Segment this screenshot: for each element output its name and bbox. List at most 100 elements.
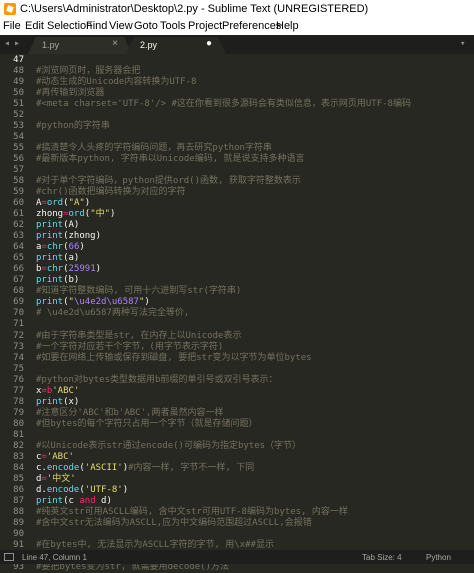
code-line[interactable]: 60 A=ord("A") [0, 198, 474, 209]
code-line[interactable]: 49 #动态生成的Unicode内容转换为UTF-8 [0, 77, 474, 88]
tab-dropdown-icon[interactable]: ▾ [460, 39, 465, 49]
line-number: 87 [13, 495, 24, 506]
code-text: #chr()函数把编码转换为对应的字符 [36, 187, 186, 198]
code-line[interactable]: 75 [0, 364, 474, 375]
code-line[interactable]: 56 #最新版本python, 字符串以Unicode编码, 就是说支持多种语言 [0, 154, 474, 165]
code-line[interactable]: 87 print(c and d) [0, 496, 474, 507]
code-line[interactable]: 90 [0, 529, 474, 540]
code-line[interactable]: 86 d.encode('UTF-8') [0, 485, 474, 496]
line-number: 73 [13, 341, 24, 352]
tab-scroll-left-icon[interactable]: ◂ [4, 38, 10, 49]
line-number: 67 [13, 275, 24, 286]
code-line[interactable]: 59 #chr()函数把编码转换为对应的字符 [0, 187, 474, 198]
menu-view[interactable]: View [109, 20, 133, 32]
code-line[interactable]: 48 #浏览网页时，服务器会把 [0, 66, 474, 77]
code-text: #最新版本python, 字符串以Unicode编码, 就是说支持多种语言 [36, 154, 305, 165]
code-line[interactable]: 71 [0, 319, 474, 330]
code-line[interactable]: 63 print(zhong) [0, 231, 474, 242]
code-line[interactable]: 70 # \u4e2d\u6587两种写法完全等价, [0, 308, 474, 319]
line-number: 84 [13, 462, 24, 473]
line-number: 76 [13, 374, 24, 385]
code-line[interactable]: 67 print(b) [0, 275, 474, 286]
code-line[interactable]: 57 [0, 165, 474, 176]
tab-bar: ◂ ▸ 1.py × 2.py ● ▾ [0, 35, 474, 54]
unsaved-dot-icon[interactable]: ● [206, 38, 212, 49]
code-line[interactable]: 78 print(x) [0, 397, 474, 408]
menu-tools[interactable]: Tools [160, 20, 186, 32]
code-line[interactable]: 88 #纯英文str可用ASCLL编码, 含中文str可用UTF-8编码为byte… [0, 507, 474, 518]
code-line[interactable]: 69 print("\u4e2d\u6587") [0, 297, 474, 308]
code-line[interactable]: 52 [0, 110, 474, 121]
line-number: 53 [13, 121, 24, 132]
code-line[interactable]: 50 #再传输到浏览器 [0, 88, 474, 99]
tab-label: 2.py [140, 40, 158, 50]
code-token: (a) [63, 253, 80, 264]
code-text: print(A) [36, 220, 79, 231]
code-line[interactable]: 66 b=chr(25991) [0, 264, 474, 275]
code-token: ) [84, 198, 91, 209]
code-token: ) [110, 209, 116, 220]
menu-preferences[interactable]: Preferences [222, 20, 281, 32]
code-line[interactable]: 62 print(A) [0, 220, 474, 231]
code-text: c='ABC' [36, 452, 74, 463]
close-icon[interactable]: × [112, 38, 118, 49]
code-text: #再传输到浏览器 [36, 88, 104, 99]
code-line[interactable]: 85 d='中文' [0, 474, 474, 485]
code-line[interactable]: 76 #python对bytes类型数据用b前缀的单引号或双引号表示： [0, 375, 474, 386]
code-token: \u4e2d\u6587 [73, 297, 139, 308]
code-line[interactable]: 82 #以Unicode表示str通过encode()可编码为指定bytes（字节… [0, 441, 474, 452]
code-line[interactable]: 54 [0, 132, 474, 143]
line-number: 81 [13, 429, 24, 440]
code-token: #动态生成的Unicode内容转换为UTF-8 [36, 77, 197, 88]
code-line[interactable]: 68 #知道字符整数编码, 可用十六进制写str(字符串) [0, 286, 474, 297]
menu-find[interactable]: Find [86, 20, 107, 32]
menu-bar: File Edit Selection Find View Goto Tools… [0, 19, 474, 35]
panel-toggle-icon[interactable] [4, 553, 14, 561]
code-editor[interactable]: 47 48 #浏览网页时，服务器会把 49 #动态生成的Unicode内容转换为UTF-… [0, 54, 474, 572]
status-bar: Line 47, Column 1 Tab Size: 4 Python [0, 550, 474, 564]
code-line[interactable]: 65 print(a) [0, 253, 474, 264]
code-text: d='中文' [36, 474, 76, 485]
code-line[interactable]: 89 #含中文str无法编码为ASCLL,应为中文编码范围超过ASCLL,会报错 [0, 518, 474, 529]
line-number: 77 [13, 385, 24, 396]
code-token: print [36, 231, 64, 242]
window-title: C:\Users\Administrator\Desktop\2.py - Su… [20, 3, 369, 15]
code-token: and [79, 495, 96, 506]
code-token: ) [95, 264, 102, 275]
code-line[interactable]: 77 x=b'ABC' [0, 386, 474, 397]
line-number: 63 [13, 231, 24, 242]
code-line[interactable]: 83 c='ABC' [0, 452, 474, 463]
syntax-selector[interactable]: Python [426, 553, 451, 562]
code-token: (zhong) [63, 231, 102, 242]
code-token: #chr()函数把编码转换为对应的字符 [36, 187, 186, 198]
code-line[interactable]: 72 #由于字符串类型是str, 在内存上以Unicode表示 [0, 331, 474, 342]
line-number: 72 [13, 330, 24, 341]
code-line[interactable]: 53 #python的字符串 [0, 121, 474, 132]
menu-help[interactable]: Help [276, 20, 299, 32]
menu-file[interactable]: File [3, 20, 21, 32]
menu-edit[interactable]: Edit [25, 20, 44, 32]
code-line[interactable]: 80 #但bytes的每个字符只占用一个字节（就是存储问题） [0, 419, 474, 430]
code-line[interactable]: 47 [0, 55, 474, 66]
code-line[interactable]: 73 #一个字符对应若干个字节，(用字节表示字符) [0, 342, 474, 353]
code-text: #以Unicode表示str通过encode()可编码为指定bytes（字节） [36, 441, 301, 452]
code-line[interactable]: 61 zhong=ord("中") [0, 209, 474, 220]
code-line[interactable]: 81 [0, 430, 474, 441]
tab-size-selector[interactable]: Tab Size: 4 [362, 553, 402, 562]
code-line[interactable]: 51 #<meta charset='UTF-8'/> #这在你看到很多源码会有类… [0, 99, 474, 110]
menu-goto[interactable]: Goto [134, 20, 158, 32]
code-line[interactable]: 58 #对于单个字符编码，python提供ord()函数, 获取字符整数表示 [0, 176, 474, 187]
tab-1-py[interactable]: 1.py × [28, 37, 132, 54]
code-line[interactable]: 79 #注意区分'ABC'和b'ABC',两者虽然内容一样 [0, 408, 474, 419]
tab-2-py[interactable]: 2.py ● [126, 37, 226, 54]
menu-project[interactable]: Project [188, 20, 222, 32]
code-line[interactable]: 74 #如要在网络上传输或保存到磁盘, 要把str变为以字节为单位bytes [0, 353, 474, 364]
code-token: (c [63, 495, 80, 506]
code-line[interactable]: 84 c.encode('ASCII')#内容一样, 字节不一样, 下同 [0, 463, 474, 474]
line-number: 88 [13, 506, 24, 517]
code-token: chr [46, 264, 64, 275]
code-text: #python对bytes类型数据用b前缀的单引号或双引号表示： [36, 375, 277, 386]
code-line[interactable]: 64 a=chr(66) [0, 242, 474, 253]
code-line[interactable]: 55 #搞清楚令人头疼的字符编码问题，再去研究python字符串 [0, 143, 474, 154]
tab-scroll-right-icon[interactable]: ▸ [14, 38, 20, 49]
